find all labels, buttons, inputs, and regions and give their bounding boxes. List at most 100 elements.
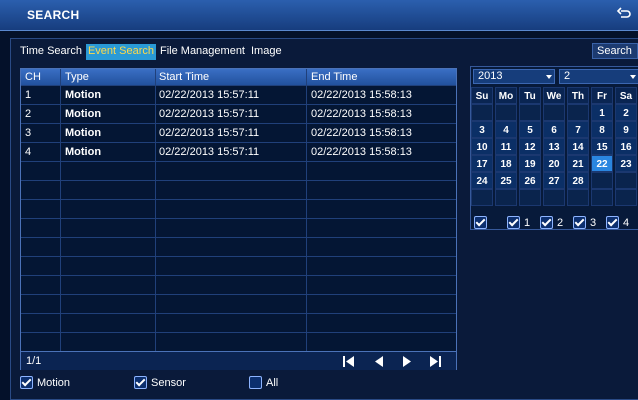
motion-label: Motion bbox=[37, 376, 71, 389]
calendar-day[interactable]: 15 bbox=[591, 138, 613, 155]
back-icon[interactable] bbox=[616, 6, 632, 22]
channel-option[interactable]: 3 bbox=[573, 216, 596, 229]
calendar-day[interactable]: 14 bbox=[567, 138, 589, 155]
table-row[interactable]: 3 Motion 02/22/2013 15:57:11 02/22/2013 15:… bbox=[21, 123, 456, 143]
table-row[interactable]: 2 Motion 02/22/2013 15:57:11 02/22/2013 15:… bbox=[21, 104, 456, 124]
table-row[interactable] bbox=[21, 218, 456, 238]
calendar-day[interactable]: 17 bbox=[471, 155, 493, 172]
table-row[interactable] bbox=[21, 294, 456, 314]
calendar-day[interactable]: 6 bbox=[543, 121, 565, 138]
calendar-day[interactable]: 16 bbox=[615, 138, 637, 155]
sensor-option[interactable]: Sensor bbox=[134, 376, 186, 389]
calendar-day[interactable]: 11 bbox=[495, 138, 517, 155]
channel-option[interactable]: 4 bbox=[606, 216, 629, 229]
calendar-day[interactable]: 5 bbox=[519, 121, 541, 138]
calendar-empty-cell bbox=[591, 172, 613, 189]
all-checkbox[interactable] bbox=[249, 376, 262, 389]
channel-label: 4 bbox=[623, 216, 630, 229]
table-row[interactable] bbox=[21, 313, 456, 333]
header-type: Type bbox=[65, 71, 89, 83]
cell-start-time: 02/22/2013 15:57:11 bbox=[159, 127, 260, 139]
channel-checkbox[interactable] bbox=[507, 216, 520, 229]
channel-option[interactable] bbox=[474, 216, 487, 229]
chevron-down-icon bbox=[546, 75, 552, 79]
page-indicator: 1/1 bbox=[26, 355, 42, 367]
year-select[interactable]: 2013 bbox=[473, 69, 555, 84]
channel-checkbox[interactable] bbox=[606, 216, 619, 229]
column-divider bbox=[60, 69, 61, 351]
cell-ch: 1 bbox=[25, 89, 32, 101]
table-row[interactable] bbox=[21, 180, 456, 200]
calendar-day[interactable]: 26 bbox=[519, 172, 541, 189]
filter-options: Motion Sensor All bbox=[20, 374, 320, 392]
title-bar: SEARCH bbox=[0, 0, 638, 31]
weekday-header: We bbox=[543, 87, 565, 104]
cell-start-time: 02/22/2013 15:57:11 bbox=[159, 146, 260, 158]
tab-time-search[interactable]: Time Search bbox=[18, 44, 84, 60]
calendar-empty-cell bbox=[519, 189, 541, 206]
calendar-day[interactable]: 27 bbox=[543, 172, 565, 189]
cell-end-time: 02/22/2013 15:58:13 bbox=[311, 146, 412, 158]
calendar-empty-cell bbox=[495, 104, 517, 121]
calendar-day[interactable]: 23 bbox=[615, 155, 637, 172]
table-row[interactable] bbox=[21, 332, 456, 352]
table-row[interactable]: 4 Motion 02/22/2013 15:57:11 02/22/2013 15:… bbox=[21, 142, 456, 162]
cell-end-time: 02/22/2013 15:58:13 bbox=[311, 127, 412, 139]
calendar-day[interactable]: 7 bbox=[567, 121, 589, 138]
calendar-day[interactable]: 19 bbox=[519, 155, 541, 172]
month-select[interactable]: 2 bbox=[559, 69, 638, 84]
channel-checkbox[interactable] bbox=[474, 216, 487, 229]
calendar-day[interactable]: 13 bbox=[543, 138, 565, 155]
calendar-day[interactable]: 2 bbox=[615, 104, 637, 121]
last-page-icon[interactable] bbox=[429, 356, 441, 367]
next-page-icon[interactable] bbox=[401, 356, 413, 367]
calendar-day[interactable]: 20 bbox=[543, 155, 565, 172]
calendar-day[interactable]: 28 bbox=[567, 172, 589, 189]
channel-option[interactable]: 2 bbox=[540, 216, 563, 229]
calendar-day[interactable]: 24 bbox=[471, 172, 493, 189]
calendar-day[interactable]: 4 bbox=[495, 121, 517, 138]
calendar-day[interactable]: 9 bbox=[615, 121, 637, 138]
table-row[interactable] bbox=[21, 199, 456, 219]
search-button[interactable]: Search bbox=[592, 43, 638, 59]
calendar-day[interactable]: 1 bbox=[591, 104, 613, 121]
sensor-checkbox[interactable] bbox=[134, 376, 147, 389]
weekday-header: Th bbox=[567, 87, 589, 104]
calendar-day[interactable]: 21 bbox=[567, 155, 589, 172]
all-option[interactable]: All bbox=[249, 376, 278, 389]
tab-image[interactable]: Image bbox=[249, 44, 284, 60]
table-footer: 1/1 bbox=[21, 351, 456, 370]
tab-event-search[interactable]: Event Search bbox=[85, 44, 156, 60]
channel-option[interactable]: 1 bbox=[507, 216, 530, 229]
motion-option[interactable]: Motion bbox=[20, 376, 70, 389]
calendar-day[interactable]: 18 bbox=[495, 155, 517, 172]
calendar-day[interactable]: 25 bbox=[495, 172, 517, 189]
tab-file-management[interactable]: File Management bbox=[158, 44, 247, 60]
cell-type: Motion bbox=[65, 127, 102, 139]
calendar-empty-cell bbox=[543, 104, 565, 121]
table-row[interactable] bbox=[21, 256, 456, 276]
table-row[interactable]: 1 Motion 02/22/2013 15:57:11 02/22/2013 15:… bbox=[21, 85, 456, 105]
channel-checkbox[interactable] bbox=[540, 216, 553, 229]
cell-ch: 4 bbox=[25, 146, 32, 158]
table-row[interactable] bbox=[21, 275, 456, 295]
calendar-day[interactable]: 3 bbox=[471, 121, 493, 138]
calendar-day[interactable]: 12 bbox=[519, 138, 541, 155]
table-row[interactable] bbox=[21, 161, 456, 181]
table-header: CH Type Start Time End Time bbox=[21, 69, 456, 85]
calendar-day[interactable]: 22 bbox=[591, 155, 613, 172]
weekday-header: Mo bbox=[495, 87, 517, 104]
channel-label: 3 bbox=[590, 216, 597, 229]
first-page-icon[interactable] bbox=[343, 356, 355, 367]
cell-type: Motion bbox=[65, 146, 102, 158]
calendar-day[interactable]: 8 bbox=[591, 121, 613, 138]
table-row[interactable] bbox=[21, 237, 456, 257]
calendar-empty-cell bbox=[567, 189, 589, 206]
channel-checkbox[interactable] bbox=[573, 216, 586, 229]
cell-end-time: 02/22/2013 15:58:13 bbox=[311, 89, 412, 101]
calendar-day[interactable]: 10 bbox=[471, 138, 493, 155]
cell-ch: 3 bbox=[25, 127, 32, 139]
motion-checkbox[interactable] bbox=[20, 376, 33, 389]
calendar-empty-cell bbox=[519, 104, 541, 121]
prev-page-icon[interactable] bbox=[373, 356, 385, 367]
